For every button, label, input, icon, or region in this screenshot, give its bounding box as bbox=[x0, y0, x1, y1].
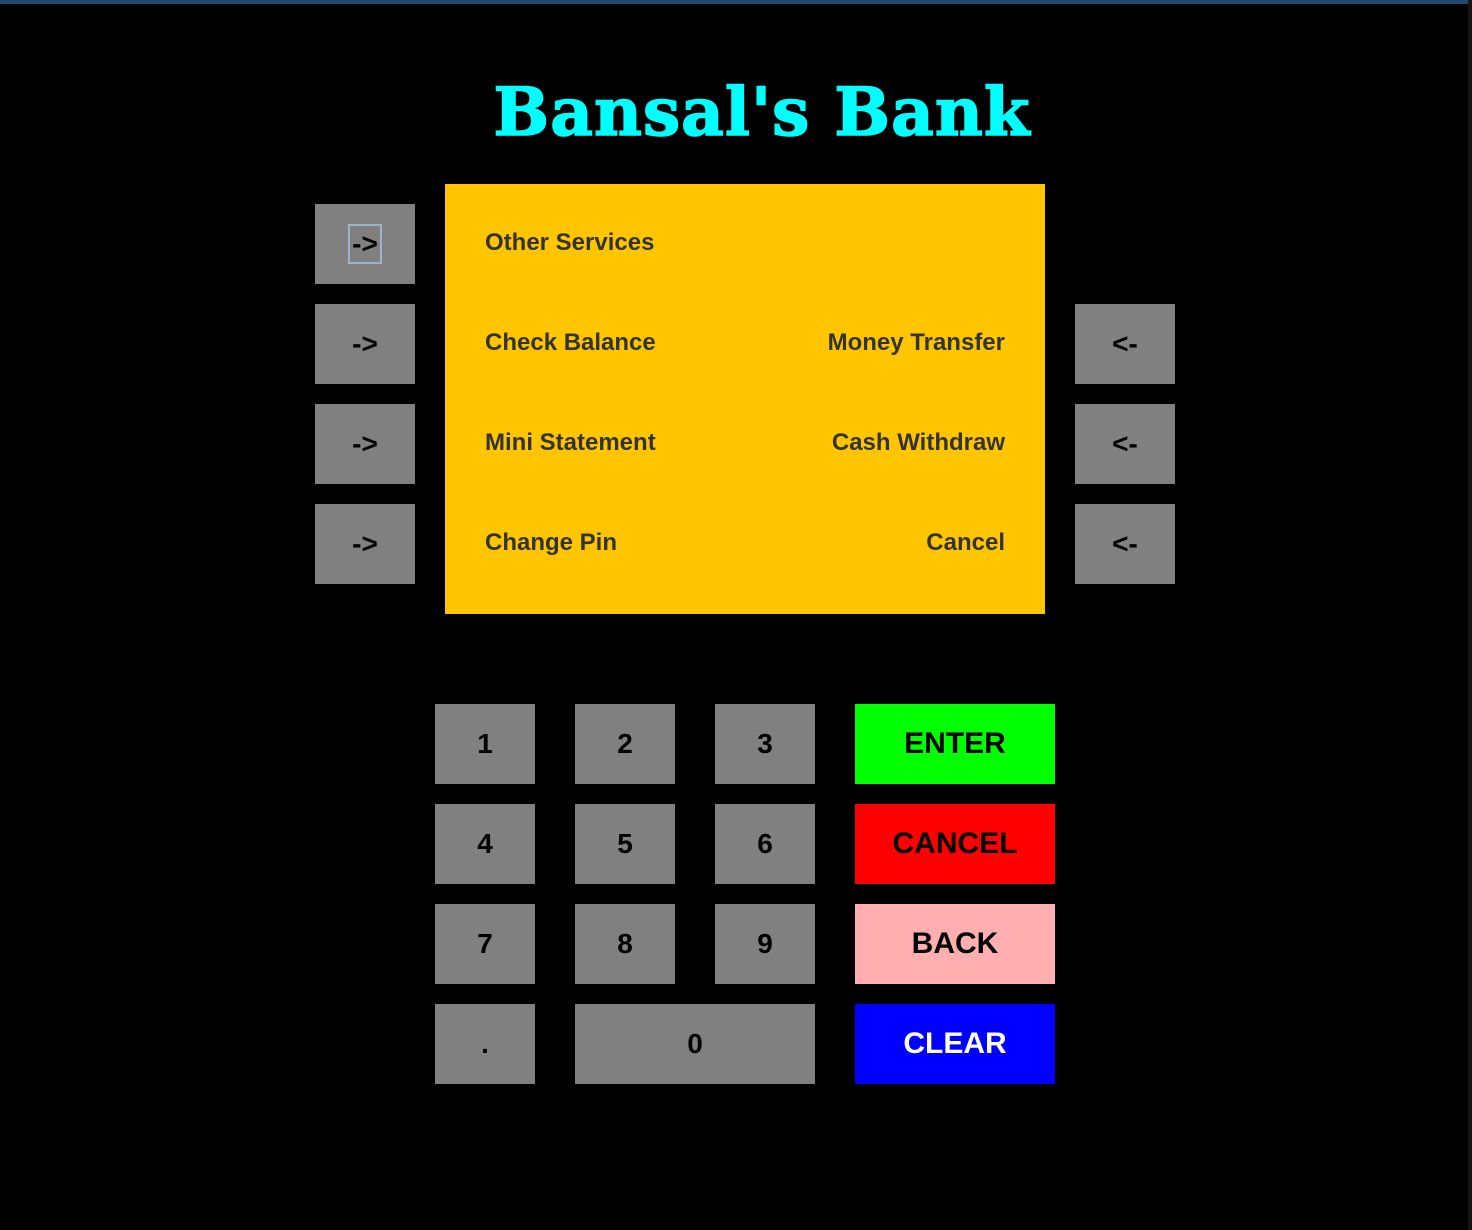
option-other-services: Other Services bbox=[485, 229, 655, 256]
key-7[interactable]: 7 bbox=[435, 904, 535, 984]
right-side-button-4[interactable]: <- bbox=[1075, 504, 1175, 584]
left-side-button-4[interactable]: -> bbox=[315, 504, 415, 584]
right-side-button-3-label: <- bbox=[1112, 428, 1138, 459]
key-5[interactable]: 5 bbox=[575, 804, 675, 884]
key-8[interactable]: 8 bbox=[575, 904, 675, 984]
left-side-button-1-label: -> bbox=[348, 224, 382, 264]
option-cash-withdraw: Cash Withdraw bbox=[831, 429, 1005, 456]
key-1[interactable]: 1 bbox=[435, 704, 535, 784]
left-side-button-3-label: -> bbox=[352, 428, 378, 459]
key-3[interactable]: 3 bbox=[715, 704, 815, 784]
back-button[interactable]: BACK bbox=[855, 904, 1055, 984]
left-side-button-1[interactable]: -> bbox=[315, 204, 415, 284]
key-6[interactable]: 6 bbox=[715, 804, 815, 884]
right-side-button-4-label: <- bbox=[1112, 528, 1138, 559]
atm-screen: Other Services Check Balance Mini Statem… bbox=[445, 184, 1045, 614]
right-side-button-3[interactable]: <- bbox=[1075, 404, 1175, 484]
option-money-transfer: Money Transfer bbox=[827, 329, 1005, 356]
window-right-edge bbox=[1468, 0, 1472, 1230]
option-check-balance: Check Balance bbox=[485, 329, 656, 356]
window-top-bar bbox=[0, 0, 1472, 4]
left-side-button-2-label: -> bbox=[352, 328, 378, 359]
bank-title: Bansal's Bank bbox=[493, 72, 1031, 152]
option-change-pin: Change Pin bbox=[485, 529, 618, 556]
right-side-button-2[interactable]: <- bbox=[1075, 304, 1175, 384]
right-side-button-2-label: <- bbox=[1112, 328, 1138, 359]
key-decimal[interactable]: . bbox=[435, 1004, 535, 1084]
key-2[interactable]: 2 bbox=[575, 704, 675, 784]
cancel-button[interactable]: CANCEL bbox=[855, 804, 1055, 884]
left-side-button-3[interactable]: -> bbox=[315, 404, 415, 484]
key-9[interactable]: 9 bbox=[715, 904, 815, 984]
option-cancel: Cancel bbox=[926, 529, 1005, 556]
left-side-button-2[interactable]: -> bbox=[315, 304, 415, 384]
option-mini-statement: Mini Statement bbox=[485, 429, 656, 456]
enter-button[interactable]: ENTER bbox=[855, 704, 1055, 784]
left-side-button-4-label: -> bbox=[352, 528, 378, 559]
clear-button[interactable]: CLEAR bbox=[855, 1004, 1055, 1084]
key-0[interactable]: 0 bbox=[575, 1004, 815, 1084]
key-4[interactable]: 4 bbox=[435, 804, 535, 884]
